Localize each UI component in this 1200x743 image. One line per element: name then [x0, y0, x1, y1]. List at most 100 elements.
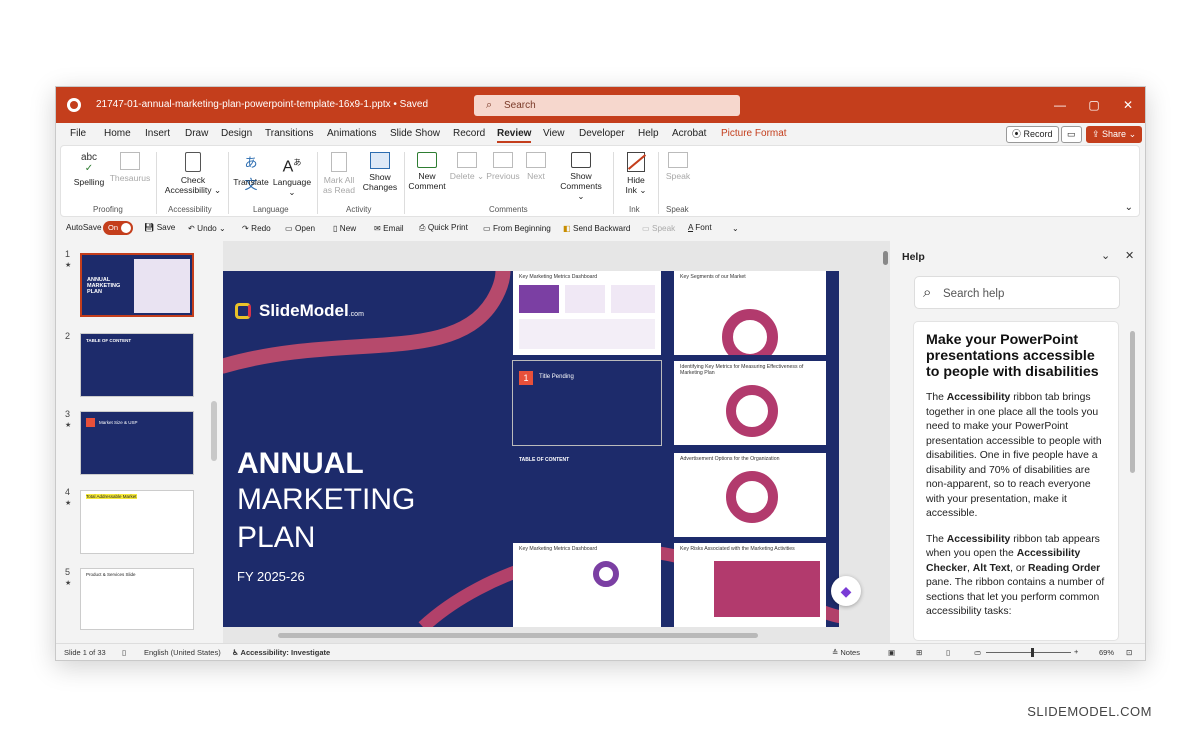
tab-home[interactable]: Home [104, 128, 131, 139]
preview-card-advertisement[interactable]: Advertisement Options for the Organizati… [674, 453, 826, 537]
tab-view[interactable]: View [543, 128, 565, 139]
thumb-number: 3 [65, 409, 71, 419]
zoom-level[interactable]: 69% [1099, 648, 1114, 657]
zoom-out-icon[interactable]: − [976, 647, 980, 656]
open-button[interactable]: ▭ Open [285, 223, 315, 233]
language-button[interactable]: Aあ Language ⌄ [271, 152, 313, 197]
tab-developer[interactable]: Developer [579, 128, 625, 139]
minimize-button[interactable]: — [1043, 87, 1077, 123]
help-scrollbar[interactable] [1130, 331, 1135, 473]
slide-count[interactable]: Slide 1 of 33 [64, 648, 106, 657]
from-beginning-button[interactable]: ▭ From Beginning [483, 223, 551, 233]
slide-subtitle[interactable]: FY 2025-26 [237, 569, 305, 584]
tab-slide-show[interactable]: Slide Show [390, 128, 440, 139]
slide-sorter-icon[interactable]: ⊞ [916, 648, 922, 657]
language-status[interactable]: English (United States) [144, 648, 221, 657]
slide-brand: SlideModel.com [259, 301, 364, 320]
hide-ink-button[interactable]: Hide Ink ⌄ [618, 152, 654, 195]
new-button[interactable]: ▯ New [333, 223, 356, 233]
preview-card-key-metrics[interactable]: Identifying Key Metrics for Measuring Ef… [674, 361, 826, 445]
translate-button[interactable]: あ文 Translate [231, 152, 271, 192]
tab-record[interactable]: Record [453, 128, 485, 139]
reading-view-icon[interactable]: ▯ [946, 648, 950, 657]
horizontal-scrollbar[interactable] [278, 633, 758, 638]
autosave-toggle[interactable]: On [103, 221, 133, 235]
maximize-button[interactable]: ▢ [1077, 87, 1111, 123]
preview-card-title-pending[interactable]: 1 Title Pending [512, 360, 662, 446]
show-changes-button[interactable]: Show Changes [359, 152, 401, 192]
preview-card-metrics-2[interactable]: Key Marketing Metrics Dashboard [513, 543, 661, 627]
send-backward-button[interactable]: ◧ Send Backward [563, 223, 630, 233]
slide-title-line-2[interactable]: MARKETING [237, 483, 415, 517]
new-comment-button[interactable]: New Comment [405, 152, 449, 191]
slide-thumbnail-3[interactable]: Market Size & USP [80, 411, 194, 475]
thumb-star-icon: ★ [65, 580, 72, 587]
tab-review[interactable]: Review [497, 128, 532, 143]
speak-button[interactable]: Speak [661, 152, 695, 181]
fit-to-window-icon[interactable]: ⊡ [1126, 648, 1132, 657]
tab-file[interactable]: File [70, 128, 86, 139]
tab-help[interactable]: Help [638, 128, 659, 139]
tab-transitions[interactable]: Transitions [265, 128, 314, 139]
zoom-slider[interactable] [986, 652, 1071, 653]
tab-insert[interactable]: Insert [145, 128, 170, 139]
save-button[interactable]: 💾︎ Save [144, 223, 175, 233]
slide-title-line-1[interactable]: ANNUAL [237, 447, 364, 481]
help-pane-close-icon[interactable]: ✕ [1125, 249, 1134, 262]
mark-all-as-read-button[interactable]: Mark All as Read [319, 152, 359, 195]
thumbnail-scrollbar[interactable] [211, 401, 217, 461]
search-box[interactable]: ⌕ Search [474, 95, 740, 116]
next-comment-button[interactable]: Next [521, 152, 551, 181]
slide-thumbnail-2[interactable]: TABLE OF CONTENT [80, 333, 194, 397]
collapse-ribbon-icon[interactable]: ⌄ [1125, 202, 1133, 213]
language-icon: Aあ [282, 158, 302, 176]
slide-title-line-3[interactable]: PLAN [237, 521, 315, 555]
quick-print-button[interactable]: ⎙ Quick Print [419, 223, 468, 233]
current-slide[interactable]: SlideModel.com ANNUAL MARKETING PLAN FY … [223, 271, 839, 627]
comments-icon[interactable]: ▭ [1061, 126, 1082, 143]
slidemodel-logo-icon [235, 303, 251, 319]
copilot-icon[interactable]: ◆ [831, 576, 861, 606]
slide-thumbnail-5[interactable]: Product & Services Slide [80, 568, 194, 630]
notes-button[interactable]: ≙ Notes [832, 648, 860, 657]
tab-design[interactable]: Design [221, 128, 252, 139]
previous-comment-button[interactable]: Previous [485, 152, 521, 181]
undo-button[interactable]: ↶ Undo ⌄ [188, 223, 226, 233]
vertical-scrollbar[interactable] [883, 251, 888, 265]
share-button[interactable]: ⇪ Share ⌄ [1086, 126, 1143, 143]
preview-card-toc[interactable]: TABLE OF CONTENT [513, 453, 661, 537]
check-accessibility-button[interactable]: Check Accessibility ⌄ [161, 152, 225, 195]
file-name[interactable]: 21747-01-annual-marketing-plan-powerpoin… [96, 99, 428, 110]
group-language: Language [253, 205, 289, 214]
slide-thumbnail-1[interactable]: ANNUAL MARKETING PLAN [80, 253, 194, 317]
zoom-slider-handle[interactable] [1031, 648, 1034, 657]
font-button[interactable]: A Font [688, 223, 712, 232]
help-article: Make your PowerPoint presentations acces… [913, 321, 1119, 641]
normal-view-icon[interactable]: ▣ [888, 648, 895, 657]
help-search-input[interactable]: ⌕ Search help [914, 276, 1120, 309]
tab-animations[interactable]: Animations [327, 128, 376, 139]
thesaurus-button[interactable]: Thesaurus [109, 152, 151, 183]
tab-acrobat[interactable]: Acrobat [672, 128, 706, 139]
group-comments: Comments [489, 205, 528, 214]
spelling-button[interactable]: abc ✓ Spelling [69, 152, 109, 187]
delete-comment-button[interactable]: Delete ⌄ [449, 152, 485, 181]
tab-picture-format[interactable]: Picture Format [721, 128, 787, 139]
zoom-in-icon[interactable]: + [1074, 647, 1078, 656]
record-button[interactable]: ⦿ Record [1006, 126, 1059, 143]
email-button[interactable]: ✉ Email [374, 223, 404, 233]
preview-card-risks[interactable]: Key Risks Associated with the Marketing … [674, 543, 826, 627]
tab-draw[interactable]: Draw [185, 128, 208, 139]
redo-button[interactable]: ↷ Redo [242, 223, 271, 233]
accessibility-status[interactable]: ♿︎ Accessibility: Investigate [232, 648, 330, 657]
qat-speak-button[interactable]: ▭ Speak [642, 223, 675, 233]
preview-card-metrics[interactable]: Key Marketing Metrics Dashboard [513, 271, 661, 355]
spell-check-icon[interactable]: ▯ [122, 648, 126, 657]
close-button[interactable]: ✕ [1111, 87, 1145, 123]
customize-qat-icon[interactable]: ⌄ [732, 223, 739, 233]
slide-thumbnail-4[interactable]: Total Addressable Market [80, 490, 194, 554]
ribbon-divider [156, 152, 157, 214]
show-comments-button[interactable]: Show Comments ⌄ [556, 152, 606, 201]
preview-card-segments[interactable]: Key Segments of our Market [674, 271, 826, 355]
help-pane-options-icon[interactable]: ⌄ [1101, 249, 1110, 262]
